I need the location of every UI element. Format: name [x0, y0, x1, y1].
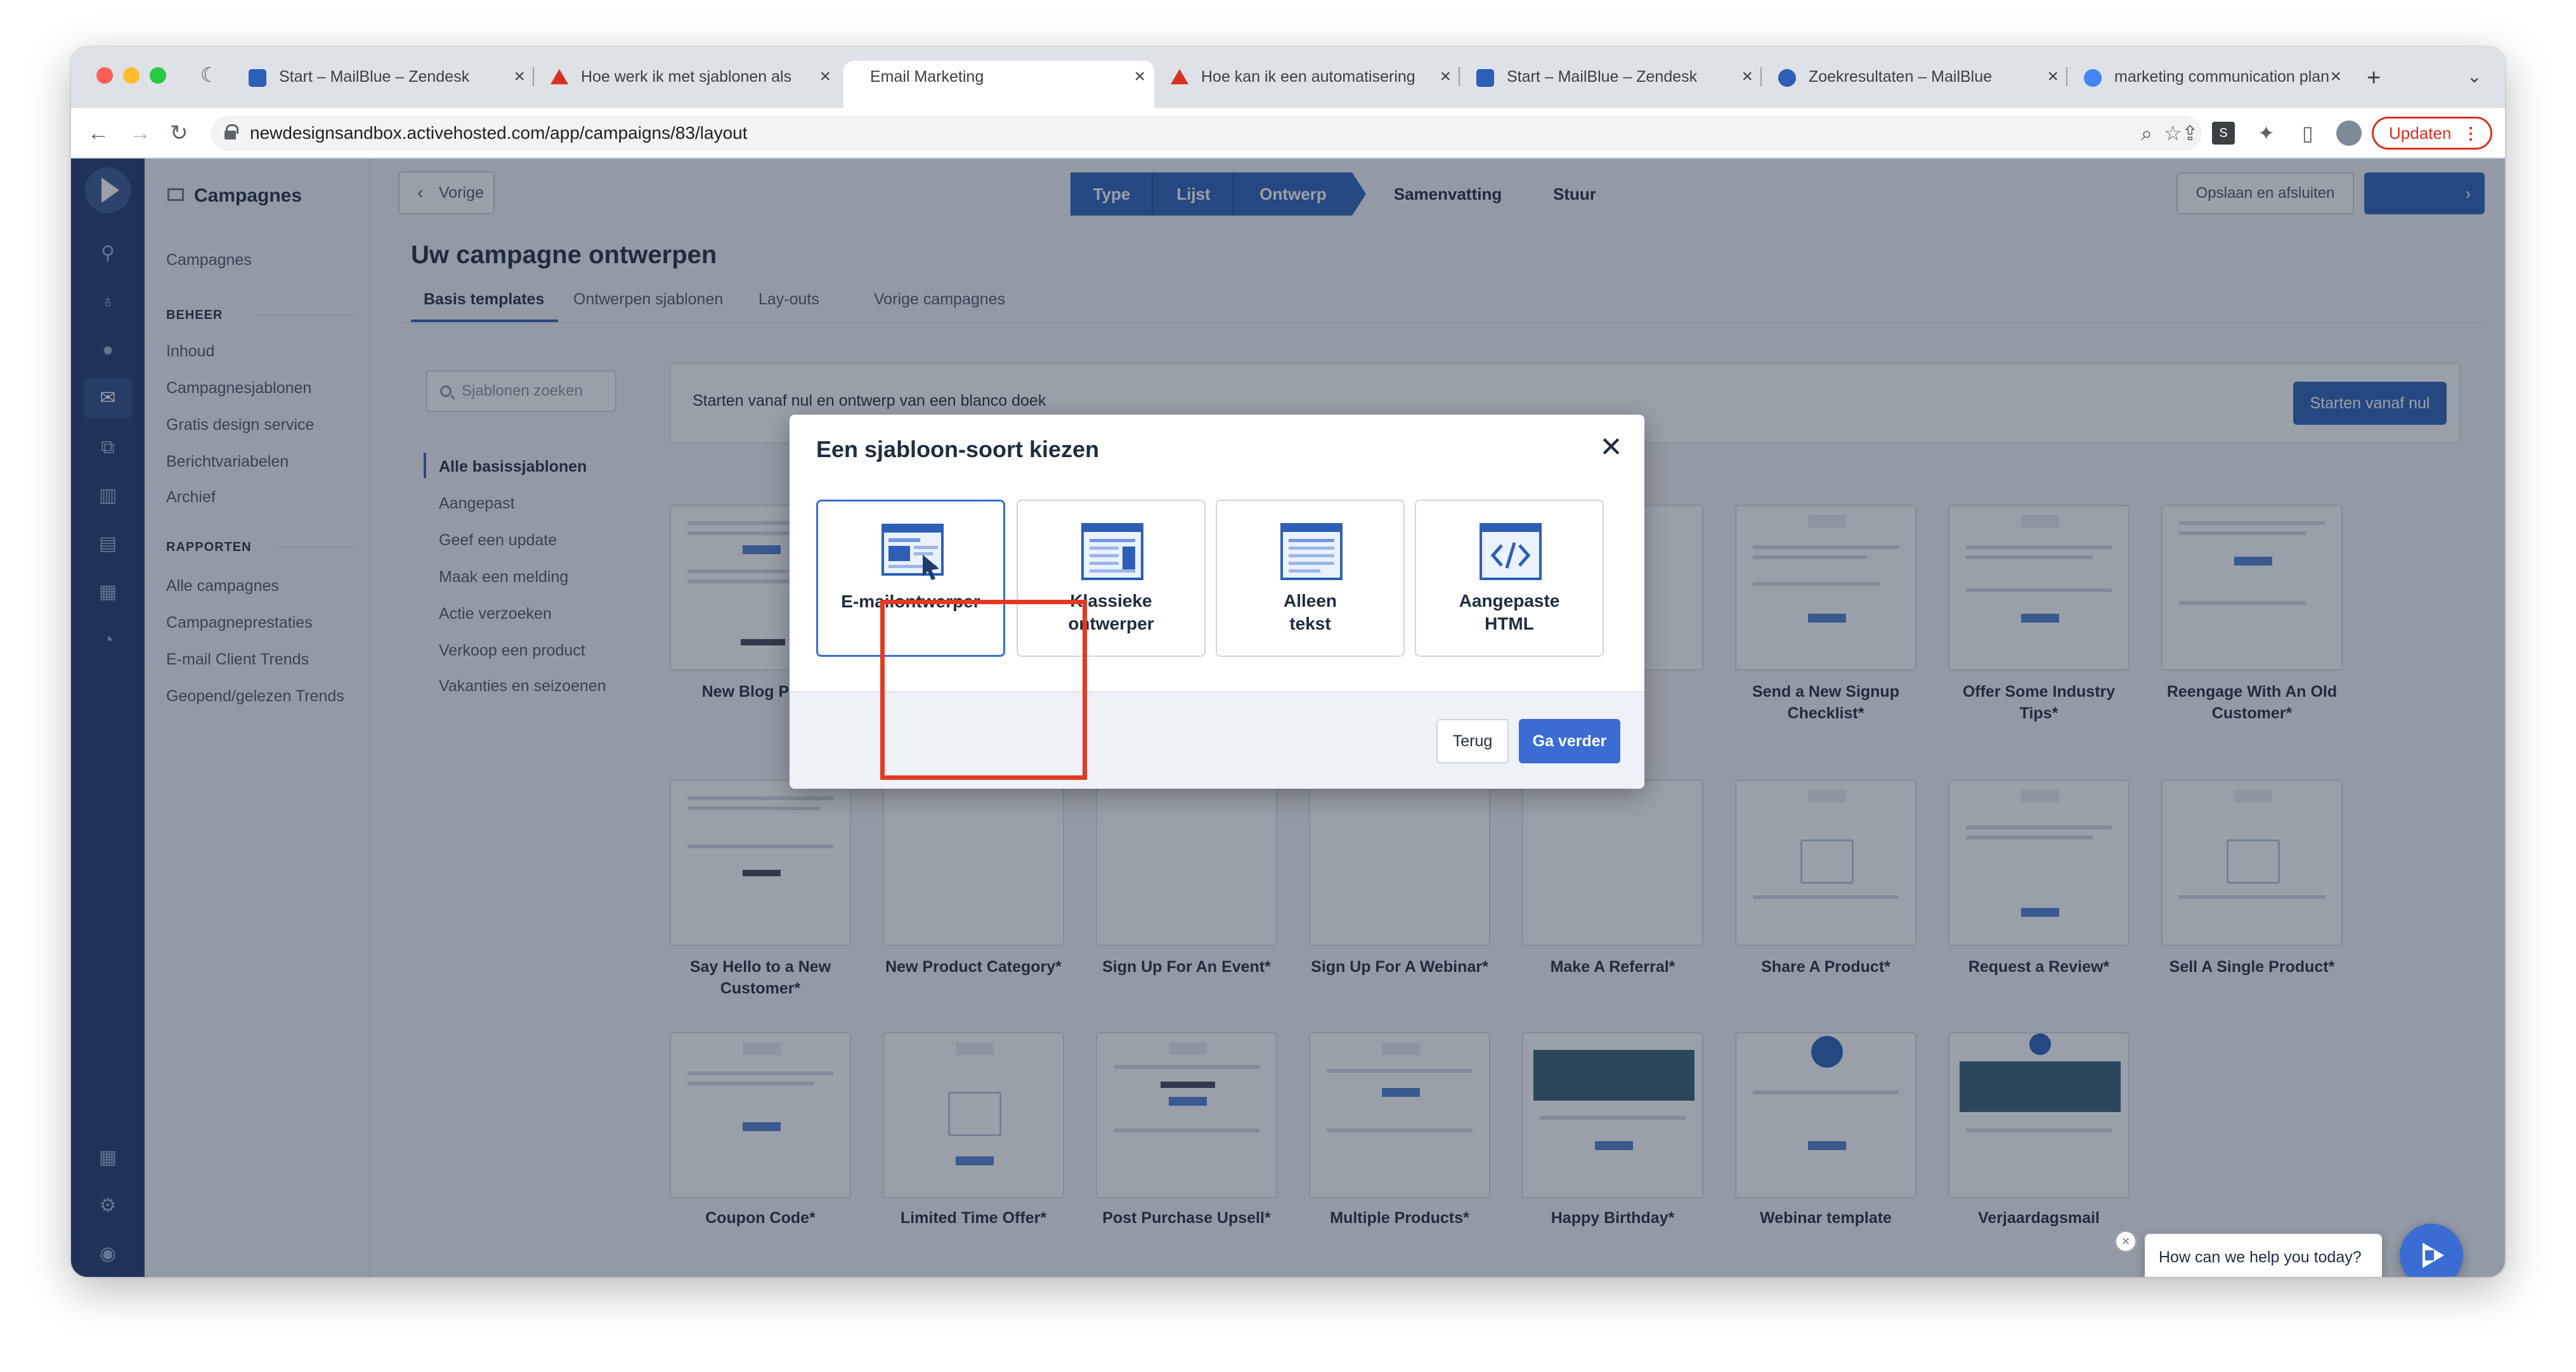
- address-bar[interactable]: newdesignsandbox.activehosted.com/app/ca…: [211, 115, 2202, 151]
- chat-prompt-bubble[interactable]: How can we help you today?: [2145, 1234, 2382, 1277]
- browser-tab[interactable]: Start – MailBlue – Zendesk ×: [236, 61, 534, 108]
- bookmark-star-icon[interactable]: ☆: [2164, 119, 2182, 147]
- chevron-down-icon[interactable]: ⌄: [2467, 66, 2482, 87]
- update-browser-button[interactable]: Updaten ⋮: [2372, 117, 2492, 150]
- modal-title: Een sjabloon-soort kiezen: [816, 436, 1100, 462]
- close-tab-icon[interactable]: ×: [1440, 61, 1451, 93]
- tab-separator: [1760, 67, 1762, 86]
- url-text: newdesignsandbox.activehosted.com/app/ca…: [250, 123, 748, 143]
- browser-toolbar: ← → ↻ newdesignsandbox.activehosted.com/…: [71, 108, 2505, 159]
- selection-highlight-annotation: [880, 600, 1087, 780]
- browser-tab[interactable]: Start – MailBlue – Zendesk ×: [1464, 61, 1762, 108]
- tab-title: Start – MailBlue – Zendesk: [1507, 68, 1698, 86]
- more-vert-icon: ⋮: [2462, 124, 2479, 143]
- tab-title: marketing communication plan: [2114, 68, 2330, 86]
- tab-separator: [2066, 67, 2067, 86]
- zendesk-favicon-icon: [249, 69, 266, 87]
- classic-designer-icon: [1081, 523, 1143, 580]
- option-label-text: Aangepaste HTML: [1459, 591, 1560, 633]
- tab-title: Zoekresultaten – MailBlue: [1809, 68, 1993, 86]
- reload-icon[interactable]: ↻: [170, 119, 188, 147]
- forward-arrow-icon[interactable]: →: [129, 119, 151, 147]
- browser-tab[interactable]: marketing communication plan ×: [2071, 61, 2350, 108]
- back-arrow-icon[interactable]: ←: [88, 119, 109, 147]
- close-tab-icon[interactable]: ×: [2330, 61, 2341, 93]
- tab-strip: ☾ Start – MailBlue – Zendesk × Hoe werk …: [71, 47, 2505, 108]
- option-label: Alleen tekst: [1217, 590, 1403, 635]
- option-label: Aangepaste HTML: [1416, 590, 1603, 635]
- tab-title: Hoe kan ik een automatisering: [1201, 68, 1415, 86]
- tab-search-icon[interactable]: ☾: [198, 63, 221, 86]
- browser-tab[interactable]: Hoe kan ik een automatisering ×: [1158, 61, 1460, 108]
- chat-dismiss-button[interactable]: ×: [2114, 1230, 2137, 1253]
- option-custom-html[interactable]: Aangepaste HTML: [1415, 500, 1604, 657]
- browser-tab[interactable]: Hoe werk ik met sjablonen als ×: [538, 61, 840, 108]
- close-tab-icon[interactable]: ×: [1134, 61, 1145, 93]
- browser-tab[interactable]: Zoekresultaten – MailBlue ×: [1766, 61, 2067, 108]
- close-tab-icon[interactable]: ×: [819, 61, 831, 93]
- google-favicon-icon: [2084, 69, 2102, 87]
- mailblue-favicon-icon: [1778, 69, 1796, 87]
- help-favicon-icon: [550, 69, 568, 84]
- update-label: Updaten: [2389, 124, 2452, 143]
- profile-avatar[interactable]: [2336, 120, 2362, 146]
- continue-button[interactable]: Ga verder: [1519, 719, 1620, 763]
- zendesk-favicon-icon: [1476, 69, 1494, 87]
- puzzle-extensions-icon[interactable]: ✦: [2258, 119, 2275, 147]
- minimize-window-button[interactable]: [123, 67, 140, 84]
- email-designer-icon: [881, 524, 944, 580]
- extension-icon[interactable]: S: [2212, 122, 2235, 145]
- tab-separator: [533, 67, 534, 86]
- code-brackets-icon: [1480, 523, 1542, 580]
- maximize-window-button[interactable]: [150, 67, 166, 84]
- text-only-icon: [1280, 523, 1343, 580]
- zoom-icon[interactable]: ⌕: [2141, 119, 2152, 147]
- tab-title: Start – MailBlue – Zendesk: [279, 68, 470, 86]
- side-panel-icon[interactable]: ▯: [2302, 119, 2313, 147]
- help-favicon-icon: [1171, 69, 1188, 84]
- tab-title: Email Marketing: [870, 68, 984, 86]
- send-arrow-icon: [2423, 1243, 2444, 1268]
- tab-title: Hoe werk ik met sjablonen als: [581, 68, 792, 86]
- tab-separator: [1459, 67, 1460, 86]
- browser-tab-active[interactable]: Email Marketing ×: [843, 61, 1154, 108]
- close-tab-icon[interactable]: ×: [514, 61, 525, 93]
- modal-close-icon[interactable]: ✕: [1599, 434, 1623, 462]
- share-icon[interactable]: ⇪: [2182, 119, 2199, 147]
- close-window-button[interactable]: [96, 67, 113, 84]
- lock-icon: [224, 124, 238, 139]
- option-text-only[interactable]: Alleen tekst: [1216, 500, 1405, 657]
- option-label-text: Alleen tekst: [1283, 591, 1337, 633]
- new-tab-icon[interactable]: +: [2367, 65, 2381, 92]
- close-tab-icon[interactable]: ×: [1741, 61, 1753, 93]
- close-tab-icon[interactable]: ×: [2047, 61, 2059, 93]
- back-button[interactable]: Terug: [1436, 719, 1509, 763]
